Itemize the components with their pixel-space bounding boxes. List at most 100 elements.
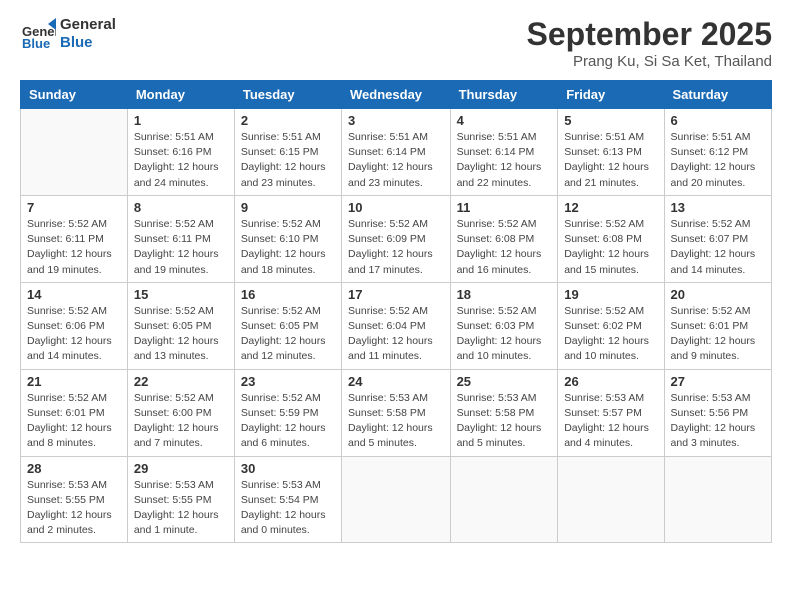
day-number: 5 [564,113,657,128]
calendar-cell: 4 Sunrise: 5:51 AM Sunset: 6:14 PM Daylig… [450,109,558,196]
day-info: Sunrise: 5:53 AM Sunset: 5:56 PM Dayligh… [671,391,765,452]
day-info: Sunrise: 5:53 AM Sunset: 5:57 PM Dayligh… [564,391,657,452]
day-info: Sunrise: 5:52 AM Sunset: 6:08 PM Dayligh… [457,217,552,278]
calendar-cell: 11Sunrise: 5:52 AM Sunset: 6:08 PM Dayli… [450,195,558,282]
calendar-cell: 24 Sunrise: 5:53 AM Sunset: 5:58 PM Dayli… [342,369,451,456]
calendar-cell: 17 Sunrise: 5:52 AM Sunset: 6:04 PM Dayli… [342,282,451,369]
calendar-cell: 2Sunrise: 5:51 AM Sunset: 6:15 PM Daylig… [234,109,341,196]
day-info: Sunrise: 5:53 AM Sunset: 5:58 PM Dayligh… [457,391,552,452]
calendar-cell: 29 Sunrise: 5:53 AM Sunset: 5:55 PM Dayli… [127,456,234,543]
day-number: 13 [671,200,765,215]
day-number: 23 [241,374,335,389]
day-info: Sunrise: 5:52 AM Sunset: 6:11 PM Dayligh… [134,217,228,278]
day-number: 18 [457,287,552,302]
calendar-cell: 5 Sunrise: 5:51 AM Sunset: 6:13 PM Daylig… [558,109,664,196]
logo-icon: General Blue [20,16,56,52]
day-number: 17 [348,287,444,302]
day-info: Sunrise: 5:51 AM Sunset: 6:12 PM Dayligh… [671,130,765,191]
weekday-header-friday: Friday [558,81,664,109]
page-header: General Blue General Blue September 2025… [20,16,772,70]
day-number: 7 [27,200,121,215]
day-number: 8 [134,200,228,215]
calendar-cell: 1 Sunrise: 5:51 AM Sunset: 6:16 PM Daylig… [127,109,234,196]
day-info: Sunrise: 5:52 AM Sunset: 6:00 PM Dayligh… [134,391,228,452]
day-info: Sunrise: 5:52 AM Sunset: 6:05 PM Dayligh… [241,304,335,365]
day-info: Sunrise: 5:52 AM Sunset: 5:59 PM Dayligh… [241,391,335,452]
day-number: 29 [134,461,228,476]
calendar-cell: 7 Sunrise: 5:52 AM Sunset: 6:11 PM Daylig… [21,195,128,282]
day-number: 10 [348,200,444,215]
day-info: Sunrise: 5:52 AM Sunset: 6:07 PM Dayligh… [671,217,765,278]
calendar-cell: 14Sunrise: 5:52 AM Sunset: 6:06 PM Dayli… [21,282,128,369]
day-number: 12 [564,200,657,215]
day-number: 3 [348,113,444,128]
day-info: Sunrise: 5:52 AM Sunset: 6:03 PM Dayligh… [457,304,552,365]
calendar-cell [664,456,771,543]
calendar-cell: 19 Sunrise: 5:52 AM Sunset: 6:02 PM Dayli… [558,282,664,369]
day-info: Sunrise: 5:53 AM Sunset: 5:54 PM Dayligh… [241,478,335,539]
day-number: 25 [457,374,552,389]
calendar-cell: 6 Sunrise: 5:51 AM Sunset: 6:12 PM Daylig… [664,109,771,196]
logo-general: General [60,16,116,34]
calendar-cell: 3 Sunrise: 5:51 AM Sunset: 6:14 PM Daylig… [342,109,451,196]
day-number: 4 [457,113,552,128]
calendar-cell: 28 Sunrise: 5:53 AM Sunset: 5:55 PM Dayli… [21,456,128,543]
calendar-week-row: 7 Sunrise: 5:52 AM Sunset: 6:11 PM Daylig… [21,195,772,282]
day-info: Sunrise: 5:53 AM Sunset: 5:55 PM Dayligh… [134,478,228,539]
calendar-table: SundayMondayTuesdayWednesdayThursdayFrid… [20,80,772,543]
weekday-header-tuesday: Tuesday [234,81,341,109]
day-number: 1 [134,113,228,128]
day-number: 28 [27,461,121,476]
day-info: Sunrise: 5:51 AM Sunset: 6:16 PM Dayligh… [134,130,228,191]
day-info: Sunrise: 5:51 AM Sunset: 6:13 PM Dayligh… [564,130,657,191]
day-info: Sunrise: 5:52 AM Sunset: 6:02 PM Dayligh… [564,304,657,365]
calendar-cell: 13 Sunrise: 5:52 AM Sunset: 6:07 PM Dayli… [664,195,771,282]
calendar-cell: 9 Sunrise: 5:52 AM Sunset: 6:10 PM Daylig… [234,195,341,282]
calendar-cell [450,456,558,543]
calendar-week-row: 21 Sunrise: 5:52 AM Sunset: 6:01 PM Dayli… [21,369,772,456]
day-number: 19 [564,287,657,302]
calendar-cell: 8 Sunrise: 5:52 AM Sunset: 6:11 PM Daylig… [127,195,234,282]
day-number: 20 [671,287,765,302]
calendar-week-row: 28 Sunrise: 5:53 AM Sunset: 5:55 PM Dayli… [21,456,772,543]
day-info: Sunrise: 5:52 AM Sunset: 6:08 PM Dayligh… [564,217,657,278]
weekday-header-sunday: Sunday [21,81,128,109]
month-title: September 2025 [527,16,772,53]
day-info: Sunrise: 5:51 AM Sunset: 6:15 PM Dayligh… [241,130,335,191]
day-info: Sunrise: 5:51 AM Sunset: 6:14 PM Dayligh… [348,130,444,191]
location-title: Prang Ku, Si Sa Ket, Thailand [527,53,772,70]
calendar-cell: 18 Sunrise: 5:52 AM Sunset: 6:03 PM Dayli… [450,282,558,369]
calendar-cell: 16 Sunrise: 5:52 AM Sunset: 6:05 PM Dayli… [234,282,341,369]
logo-blue: Blue [60,34,116,52]
day-number: 15 [134,287,228,302]
day-info: Sunrise: 5:53 AM Sunset: 5:55 PM Dayligh… [27,478,121,539]
day-info: Sunrise: 5:52 AM Sunset: 6:01 PM Dayligh… [27,391,121,452]
day-info: Sunrise: 5:53 AM Sunset: 5:58 PM Dayligh… [348,391,444,452]
svg-text:Blue: Blue [22,36,50,51]
calendar-cell: 30Sunrise: 5:53 AM Sunset: 5:54 PM Dayli… [234,456,341,543]
day-info: Sunrise: 5:52 AM Sunset: 6:04 PM Dayligh… [348,304,444,365]
weekday-header-thursday: Thursday [450,81,558,109]
weekday-header-wednesday: Wednesday [342,81,451,109]
day-number: 22 [134,374,228,389]
calendar-week-row: 14Sunrise: 5:52 AM Sunset: 6:06 PM Dayli… [21,282,772,369]
day-number: 9 [241,200,335,215]
day-number: 16 [241,287,335,302]
calendar-cell [342,456,451,543]
calendar-cell: 26Sunrise: 5:53 AM Sunset: 5:57 PM Dayli… [558,369,664,456]
calendar-cell [21,109,128,196]
calendar-cell [558,456,664,543]
calendar-cell: 27Sunrise: 5:53 AM Sunset: 5:56 PM Dayli… [664,369,771,456]
day-number: 14 [27,287,121,302]
calendar-header-row: SundayMondayTuesdayWednesdayThursdayFrid… [21,81,772,109]
day-info: Sunrise: 5:51 AM Sunset: 6:14 PM Dayligh… [457,130,552,191]
day-info: Sunrise: 5:52 AM Sunset: 6:01 PM Dayligh… [671,304,765,365]
day-info: Sunrise: 5:52 AM Sunset: 6:11 PM Dayligh… [27,217,121,278]
weekday-header-saturday: Saturday [664,81,771,109]
day-number: 21 [27,374,121,389]
day-number: 6 [671,113,765,128]
day-number: 24 [348,374,444,389]
weekday-header-monday: Monday [127,81,234,109]
day-info: Sunrise: 5:52 AM Sunset: 6:09 PM Dayligh… [348,217,444,278]
day-info: Sunrise: 5:52 AM Sunset: 6:10 PM Dayligh… [241,217,335,278]
